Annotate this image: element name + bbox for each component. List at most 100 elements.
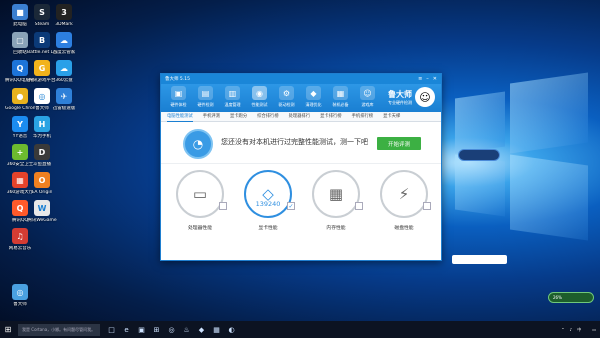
start-button[interactable]: ⊞: [0, 321, 16, 338]
brand-area: 鲁大师 专业硬件检测 ☺: [388, 87, 435, 107]
app-icon: B: [34, 32, 50, 48]
test-prompt-banner: ◔ 您还没有对本机进行过完整性能测试，测一下吧 开始评测: [161, 124, 441, 164]
taskbar-app[interactable]: ◐: [224, 321, 239, 338]
toolbar-item[interactable]: ▤ 硬件检测: [192, 86, 219, 108]
toolbar-item[interactable]: ◆ 清理优化: [300, 86, 327, 108]
taskbar-app[interactable]: ◎: [164, 321, 179, 338]
mascot-icon: ☺: [415, 87, 435, 107]
taskbar: ⊞ 我是 Cortana，小娜。有问题尽管问我。 □ e ▣ ⊞ ◎ ♨ ◆ ▦ ◐ ⌃ ♪ 中…: [0, 321, 600, 338]
toolbar-label: 硬件体检: [170, 102, 187, 107]
desktop-icon[interactable]: ◎ 鲁大师: [6, 284, 34, 318]
taskbar-app[interactable]: ▦: [209, 321, 224, 338]
card-label: 显卡性能: [258, 226, 278, 231]
card-checkbox[interactable]: ✓: [287, 202, 295, 210]
app-icon: ▦: [12, 172, 28, 188]
sub-tab[interactable]: 显卡跑分: [230, 112, 247, 122]
brand-subtitle: 专业硬件检测: [388, 99, 412, 105]
hardware-icon: ⚡: [380, 170, 428, 218]
volume-icon[interactable]: ♪: [570, 327, 573, 332]
windows-logo-pane: [455, 91, 505, 154]
ime-indicator[interactable]: 中: [577, 327, 581, 333]
taskbar-app[interactable]: ◆: [194, 321, 209, 338]
app-icon: ●: [12, 88, 28, 104]
desktop-icon-label: 鲁大师: [13, 302, 27, 307]
toolbar-icon: ▦: [333, 86, 348, 100]
toolbar-item[interactable]: ◉ 性能测试: [246, 86, 273, 108]
test-cards: ▭ 处理器性能 ◇ 139240 ✓ 显卡性能 ▦ 内存性能 ⚡ 磁盘性能: [171, 170, 433, 245]
main-toolbar: ▣ 硬件体检 ▤ 硬件检测 ▥ 温度管理 ◉ 性能测试 ⚙ 驱动检测 ◆ 清理优化 ▦ 装机必备 ☺ 游戏库 …: [161, 84, 441, 112]
toolbar-item[interactable]: ⚙ 驱动检测: [273, 86, 300, 108]
app-icon: Q: [12, 200, 28, 216]
desktop-icon-label: 华为手机: [33, 134, 51, 139]
toolbar-item[interactable]: ▥ 温度管理: [219, 86, 246, 108]
taskbar-app[interactable]: □: [104, 321, 119, 338]
taskbar-app[interactable]: e: [119, 321, 134, 338]
desktop-icon-label: Steam: [34, 22, 50, 27]
card-label: 处理器性能: [188, 226, 212, 231]
card-checkbox[interactable]: [219, 202, 227, 210]
toolbar-icon: ▤: [198, 86, 213, 100]
app-icon: ☁: [56, 60, 72, 76]
app-icon: G: [34, 60, 50, 76]
desktop-icon[interactable]: ♫ 网易云音乐: [6, 228, 34, 262]
title-bar[interactable]: 鲁大师 5.15 ≡ – ✕: [161, 74, 441, 84]
taskbar-app[interactable]: ♨: [179, 321, 194, 338]
taskbar-app[interactable]: ▣: [134, 321, 149, 338]
sub-tab[interactable]: 手机排行榜: [352, 112, 373, 122]
ludashi-window: 鲁大师 5.15 ≡ – ✕ ▣ 硬件体检 ▤ 硬件检测 ▥ 温度管理 ◉ 性能测试 ⚙ 驱动检测…: [160, 73, 442, 261]
memory-widget[interactable]: 26%: [548, 292, 594, 303]
network-icon[interactable]: ⌃: [561, 327, 564, 332]
sub-tab[interactable]: 综合排行榜: [257, 112, 278, 122]
close-icon[interactable]: ✕: [433, 76, 437, 82]
test-card[interactable]: ⚡ 磁盘性能: [375, 170, 433, 245]
app-icon: O: [34, 172, 50, 188]
test-card[interactable]: ▭ 处理器性能: [171, 170, 229, 245]
app-icon: ♫: [12, 228, 28, 244]
brand-name: 鲁大师: [388, 89, 412, 99]
toolbar-item[interactable]: ▣ 硬件体检: [165, 86, 192, 108]
minimize-icon[interactable]: –: [426, 76, 429, 82]
toolbar-label: 驱动检测: [278, 102, 295, 107]
app-icon: S: [34, 4, 50, 20]
start-test-button[interactable]: 开始评测: [377, 137, 421, 150]
app-icon: +: [12, 144, 28, 160]
toolbar-label: 装机必备: [332, 102, 349, 107]
desktop-icon-label: 360云盘: [55, 78, 73, 83]
toolbar-item[interactable]: ▦ 装机必备: [327, 86, 354, 108]
notification-icon[interactable]: ▭: [592, 327, 596, 332]
memory-percent: 26%: [553, 295, 562, 300]
sub-tab[interactable]: 显卡排行榜: [320, 112, 341, 122]
search-placeholder: 我是 Cortana，小娜。有问题尽管问我。: [22, 326, 96, 332]
test-card[interactable]: ▦ 内存性能: [307, 170, 365, 245]
card-checkbox[interactable]: [355, 202, 363, 210]
sub-tab[interactable]: 手机评测: [203, 112, 220, 122]
menu-icon[interactable]: ≡: [418, 76, 422, 82]
app-icon: W: [34, 200, 50, 216]
temperature-widget[interactable]: [458, 149, 500, 161]
windows-logo-pane: [510, 154, 588, 241]
toolbar-label: 清理优化: [305, 102, 322, 107]
app-icon: ◎: [12, 284, 28, 300]
app-toolbar-float[interactable]: [452, 255, 507, 264]
system-tray: ⌃ ♪ 中 ▭: [556, 327, 600, 333]
desktop-icon-label: 网易云音乐: [8, 246, 32, 251]
toolbar-label: 游戏库: [361, 102, 374, 107]
cortana-search-box[interactable]: 我是 Cortana，小娜。有问题尽管问我。: [18, 323, 100, 336]
toolbar-label: 性能测试: [251, 102, 268, 107]
window-title: 鲁大师 5.15: [165, 77, 190, 82]
prompt-title: 您还没有对本机进行过完整性能测试，测一下吧: [221, 138, 368, 146]
toolbar-item[interactable]: ☺ 游戏库: [354, 86, 381, 108]
hardware-icon: ◇: [244, 170, 292, 218]
sub-tab[interactable]: 显卡天梯: [383, 112, 400, 122]
toolbar-icon: ⚙: [279, 86, 294, 100]
desktop-icon-label: EA Origin: [31, 190, 53, 195]
card-label: 磁盘性能: [394, 226, 414, 231]
taskbar-app[interactable]: ⊞: [149, 321, 164, 338]
hardware-icon: ▭: [176, 170, 224, 218]
test-card[interactable]: ◇ 139240 ✓ 显卡性能: [239, 170, 297, 245]
sub-tab[interactable]: 电脑性能测试: [167, 112, 193, 122]
toolbar-label: 温度管理: [224, 102, 241, 107]
card-checkbox[interactable]: [423, 202, 431, 210]
desktop-icon-label: 3DMark: [55, 22, 73, 27]
sub-tab[interactable]: 处理器排行: [289, 112, 310, 122]
